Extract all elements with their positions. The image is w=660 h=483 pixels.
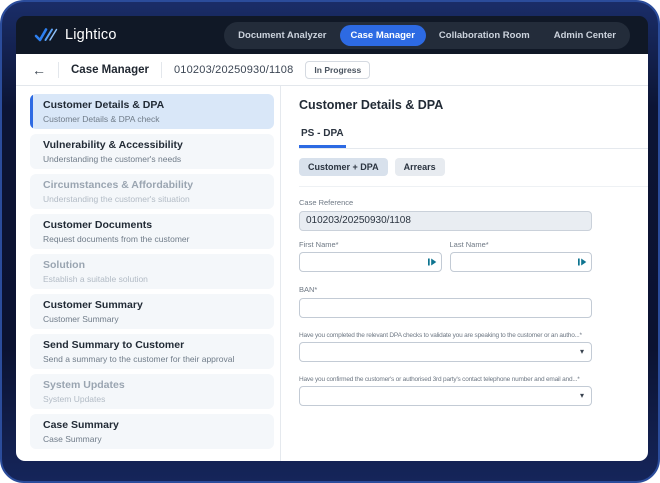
step-subtitle: Customer Details & DPA check: [43, 114, 160, 125]
app-window: Lightico Document Analyzer Case Manager …: [16, 16, 648, 461]
window-frame: Lightico Document Analyzer Case Manager …: [0, 0, 660, 483]
case-reference-label: Case Reference: [299, 198, 354, 207]
step-title: System Updates: [43, 379, 125, 391]
sidebar-item-customer-details-dpa[interactable]: Customer Details & DPA Customer Details …: [30, 94, 274, 129]
sidebar-item-circumstances-affordability: Circumstances & Affordability Understand…: [30, 174, 274, 209]
step-subtitle: Case Summary: [43, 434, 102, 445]
lightico-logo-icon: [34, 27, 58, 44]
content-area: Customer Details & DPA Customer Details …: [16, 86, 648, 461]
toolbar-divider: [160, 61, 162, 78]
app-header: Lightico Document Analyzer Case Manager …: [16, 16, 648, 54]
toolbar-title: Case Manager: [71, 63, 149, 76]
brand-name: Lightico: [65, 27, 117, 43]
page-title: Customer Details & DPA: [299, 98, 444, 112]
sidebar-item-vulnerability-accessibility[interactable]: Vulnerability & Accessibility Understand…: [30, 134, 274, 169]
sidebar-item-customer-summary[interactable]: Customer Summary Customer Summary: [30, 294, 274, 329]
status-badge: In Progress: [305, 60, 371, 79]
case-number: 010203/20250930/1108: [173, 63, 294, 76]
step-subtitle: Understanding the customer's needs: [43, 154, 182, 165]
sidebar-item-case-summary[interactable]: Case Summary Case Summary: [30, 414, 274, 449]
top-nav: Document Analyzer Case Manager Collabora…: [224, 21, 630, 49]
dpa-check-label: Have you completed the relevant DPA chec…: [299, 331, 582, 339]
request-from-customer-icon[interactable]: [427, 257, 437, 267]
toolbar: ← Case Manager 010203/20250930/1108 In P…: [16, 54, 648, 86]
step-subtitle: Request documents from the customer: [43, 234, 190, 245]
step-subtitle: System Updates: [43, 394, 106, 405]
first-name-field[interactable]: [299, 252, 442, 272]
nav-admin-center[interactable]: Admin Center: [543, 25, 627, 46]
back-arrow-icon[interactable]: ←: [32, 63, 46, 77]
last-name-label: Last Name*: [449, 239, 489, 249]
dpa-form: Case Reference First Name*: [299, 187, 592, 406]
tab-bar: PS - DPA: [299, 123, 648, 149]
sidebar-item-send-summary-to-customer[interactable]: Send Summary to Customer Send a summary …: [30, 334, 274, 369]
contact-check-label: Have you confirmed the customer's or aut…: [299, 375, 580, 383]
sidebar-item-solution: Solution Establish a suitable solution: [30, 254, 274, 289]
ban-label: BAN*: [299, 285, 318, 294]
step-title: Solution: [43, 259, 85, 271]
ban-field[interactable]: [299, 297, 592, 318]
step-subtitle: Understanding the customer's situation: [43, 194, 190, 205]
brand: Lightico: [34, 27, 117, 44]
first-name-label: First Name*: [299, 239, 339, 249]
step-title: Send Summary to Customer: [43, 339, 185, 351]
nav-case-manager[interactable]: Case Manager: [339, 24, 426, 46]
case-reference-field: [299, 210, 592, 231]
sidebar-item-system-updates: System Updates System Updates: [30, 374, 274, 409]
step-title: Vulnerability & Accessibility: [43, 139, 183, 151]
chevron-down-icon: ▾: [579, 390, 584, 400]
nav-document-analyzer[interactable]: Document Analyzer: [227, 25, 337, 46]
step-subtitle: Send a summary to the customer for their…: [43, 354, 235, 365]
section-chips: Customer + DPA Arrears: [299, 149, 648, 187]
step-title: Circumstances & Affordability: [43, 179, 194, 191]
tab-ps-dpa[interactable]: PS - DPA: [299, 125, 346, 148]
step-title: Case Summary: [43, 419, 119, 431]
nav-collaboration-room[interactable]: Collaboration Room: [428, 25, 541, 46]
step-subtitle: Customer Summary: [43, 314, 119, 325]
steps-sidebar: Customer Details & DPA Customer Details …: [16, 86, 280, 461]
request-from-customer-icon[interactable]: [577, 257, 587, 267]
step-title: Customer Summary: [43, 299, 143, 311]
step-title: Customer Documents: [43, 219, 153, 231]
chip-customer-dpa[interactable]: Customer + DPA: [299, 158, 388, 176]
dpa-check-select[interactable]: ▾: [299, 341, 592, 362]
step-subtitle: Establish a suitable solution: [43, 274, 148, 285]
form-panel: Customer Details & DPA PS - DPA Customer…: [281, 86, 648, 461]
contact-check-select[interactable]: ▾: [299, 385, 592, 406]
toolbar-divider: [58, 61, 59, 78]
chevron-down-icon: ▾: [579, 346, 584, 356]
sidebar-item-customer-documents[interactable]: Customer Documents Request documents fro…: [30, 214, 274, 249]
last-name-field[interactable]: [449, 252, 592, 272]
chip-arrears[interactable]: Arrears: [394, 158, 445, 176]
step-title: Customer Details & DPA: [43, 99, 165, 111]
